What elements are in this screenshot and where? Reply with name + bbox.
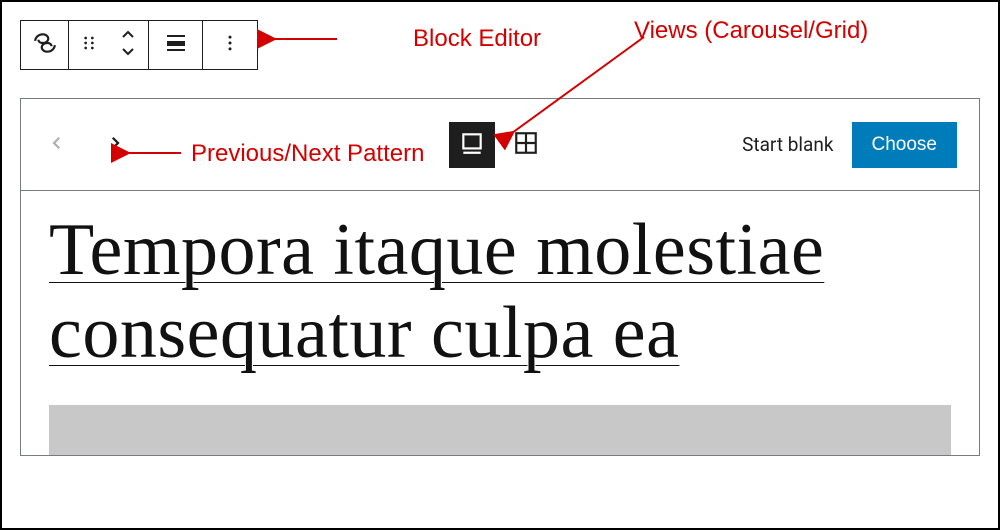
drag-handle-icon bbox=[79, 33, 99, 57]
annotation-views: Views (Carousel/Grid) bbox=[634, 17, 868, 45]
annotation-label: Views (Carousel/Grid) bbox=[634, 17, 868, 44]
pattern-panel-header: Start blank Choose bbox=[21, 99, 979, 191]
block-toolbar bbox=[20, 20, 258, 70]
annotation-block-editor: Block Editor bbox=[347, 25, 541, 53]
query-loop-icon bbox=[32, 30, 58, 60]
pattern-nav bbox=[43, 131, 129, 159]
start-blank-button[interactable]: Start blank bbox=[742, 133, 833, 156]
chevron-left-icon bbox=[48, 134, 66, 156]
chevron-right-icon bbox=[106, 134, 124, 156]
view-switcher bbox=[449, 122, 549, 168]
page-title[interactable]: Tempora itaque molestiae consequatur cul… bbox=[49, 209, 951, 375]
choose-button[interactable]: Choose bbox=[852, 122, 958, 168]
move-button[interactable] bbox=[109, 29, 149, 61]
carousel-view-icon bbox=[459, 130, 485, 160]
pattern-panel: Start blank Choose Tempora itaque molest… bbox=[20, 98, 980, 456]
align-button[interactable] bbox=[149, 21, 203, 69]
next-pattern-button[interactable] bbox=[101, 131, 129, 159]
annotation-label: Block Editor bbox=[413, 25, 541, 52]
grid-view-icon bbox=[513, 130, 539, 160]
more-options-button[interactable] bbox=[203, 21, 257, 69]
drag-handle-button[interactable] bbox=[69, 33, 109, 57]
more-options-icon bbox=[220, 33, 240, 57]
placeholder-block bbox=[49, 405, 951, 455]
align-icon bbox=[164, 31, 188, 59]
pattern-preview: Tempora itaque molestiae consequatur cul… bbox=[21, 191, 979, 455]
move-up-down-icon bbox=[119, 29, 137, 61]
grid-view-button[interactable] bbox=[503, 122, 549, 168]
block-type-button[interactable] bbox=[21, 21, 69, 69]
carousel-view-button[interactable] bbox=[449, 122, 495, 168]
prev-pattern-button[interactable] bbox=[43, 131, 71, 159]
